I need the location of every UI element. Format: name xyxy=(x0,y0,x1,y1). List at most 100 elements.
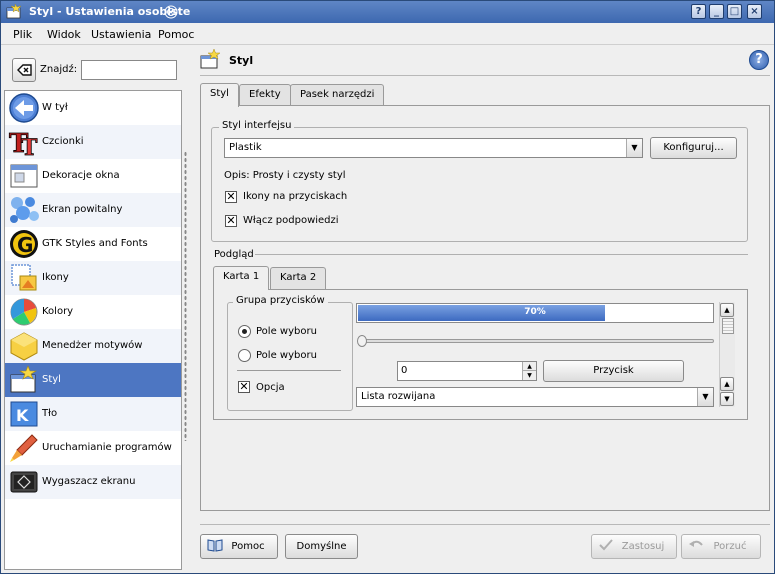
reset-button[interactable]: Porzuć xyxy=(681,534,761,559)
sidebar-item-screensaver[interactable]: Wygaszacz ekranu xyxy=(5,465,181,499)
style-tab-panel: Styl interfejsu Plastik ▼ Konfiguruj... … xyxy=(200,105,770,511)
tab-card-1[interactable]: Karta 1 xyxy=(213,266,270,290)
spin-down-icon[interactable]: ▼ xyxy=(522,371,536,380)
preview-combo[interactable]: Lista rozwijana ▼ xyxy=(356,387,714,407)
help-book-icon xyxy=(207,539,223,552)
help-button[interactable]: Pomoc xyxy=(200,534,278,559)
menu-help[interactable]: Pomoc xyxy=(158,28,194,41)
check-icon xyxy=(599,539,613,551)
splash-screen-icon xyxy=(10,197,39,223)
sidebar-item-gtk[interactable]: G GTK Styles and Fonts xyxy=(5,227,181,261)
spin-up-icon[interactable]: ▲ xyxy=(522,362,536,371)
app-icon xyxy=(6,4,22,19)
sidebar-item-back[interactable]: W tył xyxy=(5,91,181,125)
window-decorations-icon xyxy=(10,164,38,188)
sidebar-item-fonts[interactable]: T T Czcionki xyxy=(5,125,181,159)
sidebar-item-background[interactable]: K Tło xyxy=(5,397,181,431)
sidebar-item-label: W tył xyxy=(42,102,68,113)
close-button[interactable]: × xyxy=(747,4,762,19)
gtk-icon: G xyxy=(10,230,38,258)
menu-settings[interactable]: Ustawienia xyxy=(91,28,151,41)
sidebar-item-label: Ekran powitalny xyxy=(42,204,123,215)
progress-text: 70% xyxy=(524,307,546,317)
radio-option-1[interactable] xyxy=(238,325,251,338)
svg-text:K: K xyxy=(16,406,29,425)
widget-style-value: Plastik xyxy=(229,142,262,153)
sidebar-item-label: Styl xyxy=(42,374,61,385)
sidebar-item-window-decorations[interactable]: Dekoracje okna xyxy=(5,159,181,193)
chevron-down-icon: ▼ xyxy=(697,388,713,406)
menu-file[interactable]: Plik xyxy=(13,28,32,41)
splitter-handle[interactable] xyxy=(184,151,187,441)
sidebar-item-label: GTK Styles and Fonts xyxy=(42,238,148,249)
scroll-up-icon[interactable]: ▲ xyxy=(720,377,734,391)
svg-text:G: G xyxy=(17,233,33,257)
sidebar-item-label: Menedżer motywów xyxy=(42,340,143,351)
sidebar-item-launch[interactable]: Uruchamianie programów xyxy=(5,431,181,465)
radio-option-2-label: Pole wyboru xyxy=(256,350,317,361)
scrollbar-grip[interactable] xyxy=(722,318,734,334)
app-window: Styl - Ustawienia osobiste ? _ □ × Plik … xyxy=(0,0,775,574)
configure-button[interactable]: Konfiguruj... xyxy=(650,137,737,159)
background-icon: K xyxy=(10,401,38,427)
menu-view[interactable]: Widok xyxy=(47,28,81,41)
radio-option-1-label: Pole wyboru xyxy=(256,326,317,337)
sidebar-item-icons[interactable]: Ikony xyxy=(5,261,181,295)
minimize-button[interactable]: _ xyxy=(709,4,724,19)
icons-on-buttons-label: Ikony na przyciskach xyxy=(243,191,348,202)
sidebar-item-splash[interactable]: Ekran powitalny xyxy=(5,193,181,227)
tab-toolbar[interactable]: Pasek narzędzi xyxy=(290,84,385,106)
fonts-icon: T T xyxy=(9,129,39,158)
spiral-icon xyxy=(164,5,178,19)
launch-feedback-icon xyxy=(10,434,38,462)
colors-icon xyxy=(10,298,38,326)
divider xyxy=(237,370,341,371)
preview-button[interactable]: Przycisk xyxy=(543,360,684,382)
back-arrow-icon xyxy=(9,93,39,123)
scroll-up-icon[interactable]: ▲ xyxy=(720,303,734,317)
defaults-button[interactable]: Domyślne xyxy=(285,534,358,559)
tab-card-2[interactable]: Karta 2 xyxy=(270,267,327,289)
search-input[interactable] xyxy=(81,60,177,80)
preview-spinbox[interactable]: 0 ▲ ▼ xyxy=(397,361,537,381)
sidebar-item-label: Wygaszacz ekranu xyxy=(42,476,136,487)
clear-search-button[interactable] xyxy=(12,58,36,82)
style-icon xyxy=(10,365,38,393)
option-checkbox[interactable]: ✕ xyxy=(238,381,250,393)
sidebar-item-label: Tło xyxy=(42,408,58,419)
reset-button-label: Porzuć xyxy=(713,541,747,552)
help-icon[interactable]: ? xyxy=(749,50,769,70)
tab-style[interactable]: Styl xyxy=(200,83,239,107)
divider xyxy=(255,254,748,255)
sidebar-item-theme-manager[interactable]: Menedżer motywów xyxy=(5,329,181,363)
divider xyxy=(200,75,770,76)
undo-icon xyxy=(689,540,703,547)
title-bar[interactable]: Styl - Ustawienia osobiste ? _ □ × xyxy=(1,1,774,23)
page-title: Styl xyxy=(229,54,254,67)
maximize-button[interactable]: □ xyxy=(727,4,742,19)
apply-button[interactable]: Zastosuj xyxy=(591,534,677,559)
style-description: Opis: Prosty i czysty styl xyxy=(224,170,346,181)
slider-track[interactable] xyxy=(360,339,714,343)
option-checkbox-label: Opcja xyxy=(256,382,285,393)
scroll-down-icon[interactable]: ▼ xyxy=(720,392,734,406)
sidebar: W tył T T Czcionki Dekoracje okna Ekran xyxy=(4,90,182,570)
sidebar-item-style[interactable]: Styl xyxy=(5,363,181,397)
icons-on-buttons-checkbox[interactable]: ✕ xyxy=(225,191,237,203)
widget-style-select[interactable]: Plastik ▼ xyxy=(224,138,643,158)
sidebar-item-label: Czcionki xyxy=(42,136,84,147)
apply-button-label: Zastosuj xyxy=(621,541,665,552)
sidebar-item-label: Dekoracje okna xyxy=(42,170,120,181)
search-label: Znajdź: xyxy=(40,64,78,75)
radio-option-2[interactable] xyxy=(238,349,251,362)
tooltips-label: Włącz podpowiedzi xyxy=(243,215,339,226)
tooltips-checkbox[interactable]: ✕ xyxy=(225,215,237,227)
slider-handle[interactable] xyxy=(357,335,367,347)
clear-icon xyxy=(17,64,32,76)
help-title-button[interactable]: ? xyxy=(691,4,706,19)
tab-effects[interactable]: Efekty xyxy=(239,84,291,106)
theme-manager-icon xyxy=(10,332,38,361)
screensaver-icon xyxy=(10,471,38,493)
sidebar-item-colors[interactable]: Kolory xyxy=(5,295,181,329)
spinbox-value: 0 xyxy=(401,365,408,376)
